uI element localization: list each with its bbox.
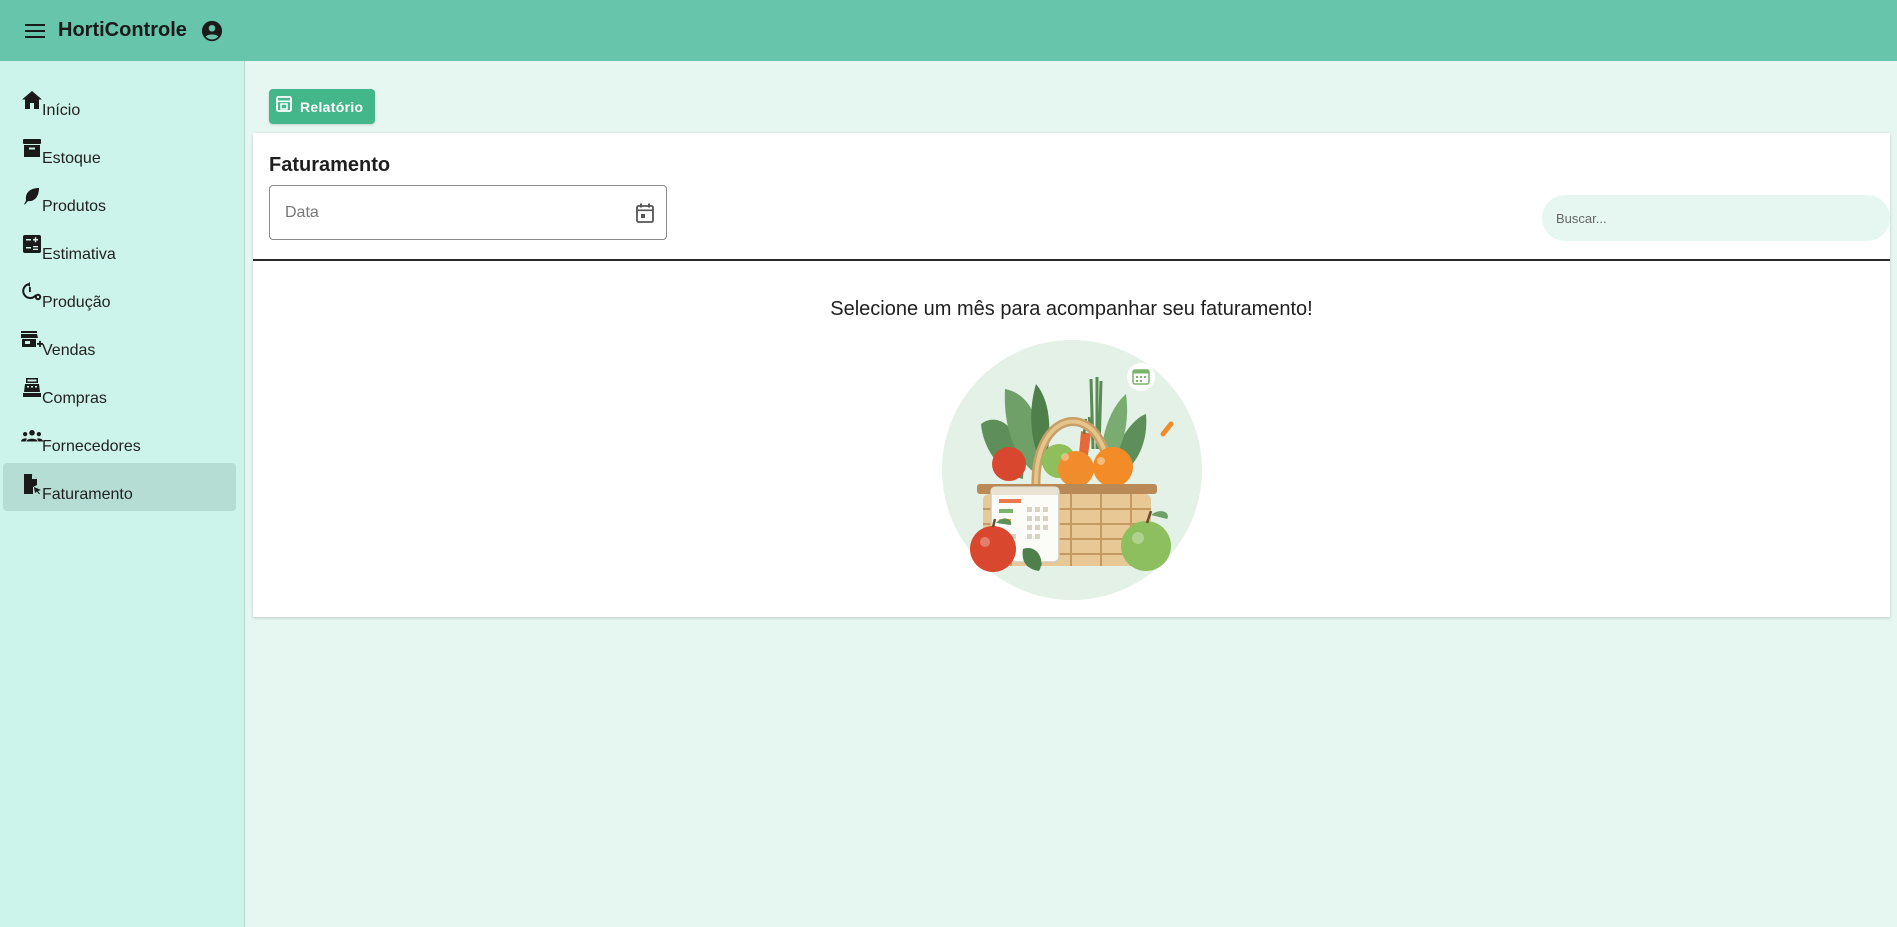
sidebar: Início Estoque Produtos Estimativa Produ… [0,61,245,927]
vegetable-basket-illustration [941,339,1203,601]
sidebar-item-label: Estoque [42,150,101,167]
calendar-icon[interactable] [633,201,657,225]
sidebar-item-label: Estimativa [42,246,116,263]
report-icon [276,96,292,117]
sidebar-item-label: Início [42,102,81,119]
date-input[interactable] [285,198,615,228]
sidebar-item-label: Compras [42,390,107,407]
app-title: HortiControle [58,19,187,41]
groups-icon [21,425,43,447]
sidebar-item-fornecedores[interactable]: Fornecedores [3,415,236,463]
menu-icon[interactable] [21,17,49,45]
report-button-label: Relatório [300,98,364,115]
leaf-icon [21,185,43,207]
sidebar-item-label: Produção [42,294,111,311]
sidebar-item-label: Faturamento [42,486,133,503]
billing-card: Faturamento Selecione um mês para acompa… [253,133,1890,617]
invoice-icon [21,473,43,495]
sidebar-item-label: Vendas [42,342,96,359]
empty-state-message: Selecione um mês para acompanhar seu fat… [830,298,1313,320]
date-field[interactable] [269,185,667,240]
history-settings-icon [21,281,43,303]
cash-register-icon [21,377,43,399]
sidebar-item-label: Produtos [42,198,107,215]
home-icon [21,89,43,111]
sidebar-item-compras[interactable]: Compras [3,367,236,415]
sidebar-item-producao[interactable]: Produção [3,271,236,319]
sidebar-item-inicio[interactable]: Início [3,79,236,127]
sidebar-item-estoque[interactable]: Estoque [3,127,236,175]
account-circle-icon[interactable] [199,18,225,44]
sidebar-item-vendas[interactable]: Vendas [3,319,236,367]
divider [253,259,1890,261]
sidebar-item-label: Fornecedores [42,438,141,455]
sidebar-item-produtos[interactable]: Produtos [3,175,236,223]
archive-icon [21,137,43,159]
card-title: Faturamento [269,154,391,176]
report-button[interactable]: Relatório [269,89,375,124]
sidebar-item-estimativa[interactable]: Estimativa [3,223,236,271]
top-app-bar: HortiControle [0,0,1897,61]
calculator-icon [21,233,43,255]
store-plus-icon [21,329,43,351]
search-input[interactable] [1542,195,1890,241]
sidebar-item-faturamento[interactable]: Faturamento [3,463,236,511]
